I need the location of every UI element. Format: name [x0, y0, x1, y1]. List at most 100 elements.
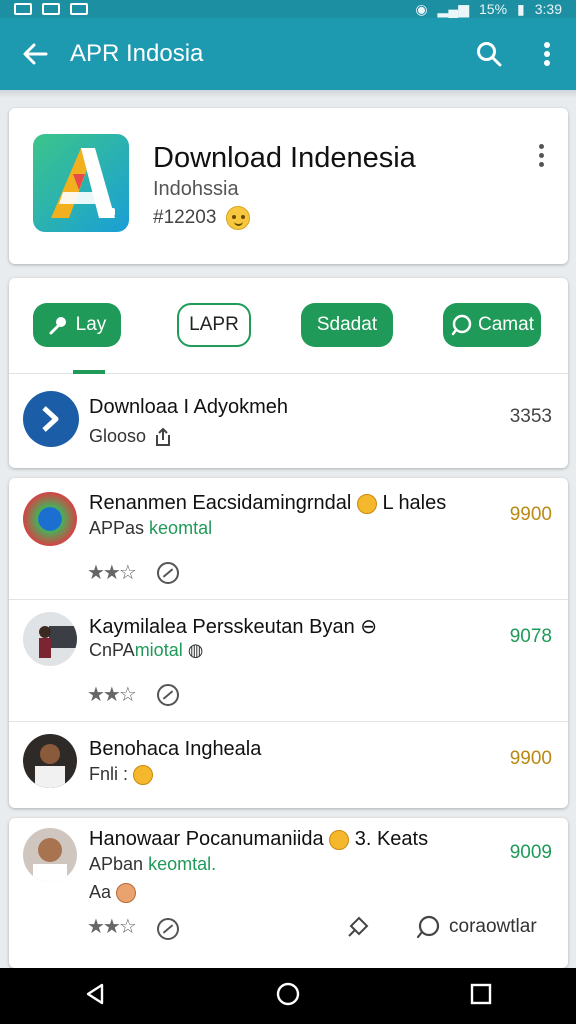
arrow-left-icon: [23, 43, 48, 65]
emoji-icon: [133, 765, 154, 786]
signal-icon: ▂▄▆: [437, 0, 469, 17]
overflow-menu-button[interactable]: [518, 18, 576, 90]
tab-label: Sdadat: [316, 314, 378, 335]
comment-label: coraowtlar: [449, 916, 537, 937]
item-sub-prefix: CnPA: [89, 640, 135, 660]
app-subtitle: Indohssia: [153, 178, 239, 200]
nav-recents-button[interactable]: [470, 983, 492, 1010]
item-sub: CnPAmiotal ◍: [89, 640, 203, 661]
list-item[interactable]: Kaymilalea Persskeutan Byan ⊖ CnPAmiotal…: [9, 600, 568, 722]
tab-label: Lay: [75, 314, 107, 335]
tab-lay[interactable]: Lay: [33, 303, 121, 347]
list-item[interactable]: Benohaca Ingheala Fnli : 9900: [9, 722, 568, 808]
tab-bar: Lay LAPR Sdadat Camat: [9, 278, 568, 374]
nav-back-button[interactable]: [84, 982, 106, 1011]
item-title: Hanowaar Pocanumaniida 3. Keats: [89, 828, 428, 851]
back-button[interactable]: [0, 18, 70, 90]
item-title-text: Hanowaar Pocanumaniida: [89, 828, 324, 850]
page-title: APR Indosia: [70, 40, 204, 67]
clock-icon: [157, 918, 179, 940]
notification-icon: [42, 3, 60, 15]
item-sub: Fnli :: [89, 764, 154, 786]
app-icon: [23, 492, 77, 546]
tab-label: LAPR: [189, 314, 239, 335]
battery-icon: ▮: [517, 0, 525, 17]
appbar-shadow: [0, 90, 576, 98]
search-button[interactable]: [460, 18, 518, 90]
item-title-text: Renanmen Eacsidamingrndal: [89, 492, 352, 514]
app-name: Download Indenesia: [153, 142, 416, 174]
comment-button[interactable]: coraowtlar: [415, 914, 537, 940]
list-item[interactable]: Hanowaar Pocanumaniida 3. Keats APban ke…: [9, 818, 568, 968]
pin-button[interactable]: [343, 914, 371, 947]
card-menu-button[interactable]: [536, 144, 546, 176]
download-sub-text: Glooso: [89, 426, 147, 446]
face-icon: [116, 883, 137, 904]
rating-stars: ★★☆: [87, 562, 137, 584]
app-header-card: Download Indenesia Indohssia #12203: [9, 108, 568, 264]
item-title: Benohaca Ingheala: [89, 738, 262, 760]
circle-home-icon: [276, 982, 300, 1005]
clock-icon: [157, 684, 179, 706]
smiley-icon: [226, 206, 251, 230]
app-bar: APR Indosia: [0, 18, 576, 90]
rating-stars: ★★☆: [87, 684, 137, 706]
notification-icon: [14, 3, 32, 15]
download-title: Downloaa I Adyokmeh: [89, 396, 289, 418]
avatar: [23, 828, 77, 882]
more-vert-icon: [544, 42, 550, 66]
chat-icon: [451, 314, 472, 336]
avatar: [23, 734, 77, 788]
tab-camat[interactable]: Camat: [443, 303, 541, 347]
app-list-card: Renanmen Eacsidamingrndal L hales APPas …: [9, 478, 568, 808]
status-bar: ◉ ▂▄▆ 15% ▮ 3:39: [0, 0, 576, 18]
chevron-right-icon: [23, 391, 79, 447]
tab-label: Camat: [478, 314, 534, 335]
item-sub-highlight: keomtal: [149, 518, 213, 538]
download-row[interactable]: Downloaa I Adyokmeh Glooso 3353: [9, 374, 568, 468]
item-title-extra: 3. Keats: [354, 828, 429, 850]
pin-icon: [348, 916, 369, 937]
clock-time: 3:39: [534, 1, 562, 17]
app-logo-icon: [33, 134, 129, 232]
globe-icon: ◍: [187, 640, 204, 660]
share-icon: [156, 427, 171, 446]
item-sub2-text: Aa: [89, 882, 112, 902]
item-sub-prefix: APban: [89, 854, 144, 874]
triangle-back-icon: [87, 983, 104, 1004]
rating-stars: ★★☆: [87, 916, 137, 938]
tab-lapr[interactable]: LAPR: [177, 303, 251, 347]
item-sub-prefix: Fnli :: [89, 764, 129, 784]
item-price: 9078: [509, 626, 552, 647]
item-sub-prefix: APPas: [89, 518, 145, 538]
tab-sdadat[interactable]: Sdadat: [301, 303, 393, 347]
item-title-extra: L hales: [382, 492, 447, 514]
link-icon: ⊖: [360, 616, 378, 638]
battery-level: 15%: [479, 1, 508, 17]
search-icon: [477, 42, 502, 67]
emoji-icon: [329, 829, 350, 850]
item-price: 9009: [509, 842, 552, 863]
item-sub-highlight: keomtal.: [148, 854, 217, 874]
image-icon: [70, 3, 88, 15]
pin-icon: [49, 317, 66, 335]
nav-home-button[interactable]: [275, 981, 301, 1012]
category-card: Lay LAPR Sdadat Camat Downloaa I Adyokme…: [9, 278, 568, 468]
download-sub: Glooso: [89, 426, 172, 447]
item-sub: APPas keomtal: [89, 518, 212, 539]
download-count: 3353: [509, 406, 552, 427]
list-item[interactable]: Renanmen Eacsidamingrndal L hales APPas …: [9, 478, 568, 600]
avatar: [23, 612, 77, 666]
item-title: Kaymilalea Persskeutan Byan ⊖: [89, 614, 377, 639]
item-sub: APban keomtal.: [89, 854, 216, 875]
system-nav-bar: [0, 968, 576, 1024]
app-id-text: #12203: [153, 207, 217, 228]
app-id: #12203: [153, 206, 251, 230]
wifi-icon: ◉: [415, 0, 428, 17]
item-title-text: Kaymilalea Persskeutan Byan: [89, 616, 355, 638]
square-recents-icon: [470, 983, 491, 1004]
item-sub-secondary: Aa: [89, 882, 137, 904]
item-price: 9900: [509, 504, 552, 525]
item-title: Renanmen Eacsidamingrndal L hales: [89, 492, 446, 515]
clock-icon: [157, 562, 179, 584]
